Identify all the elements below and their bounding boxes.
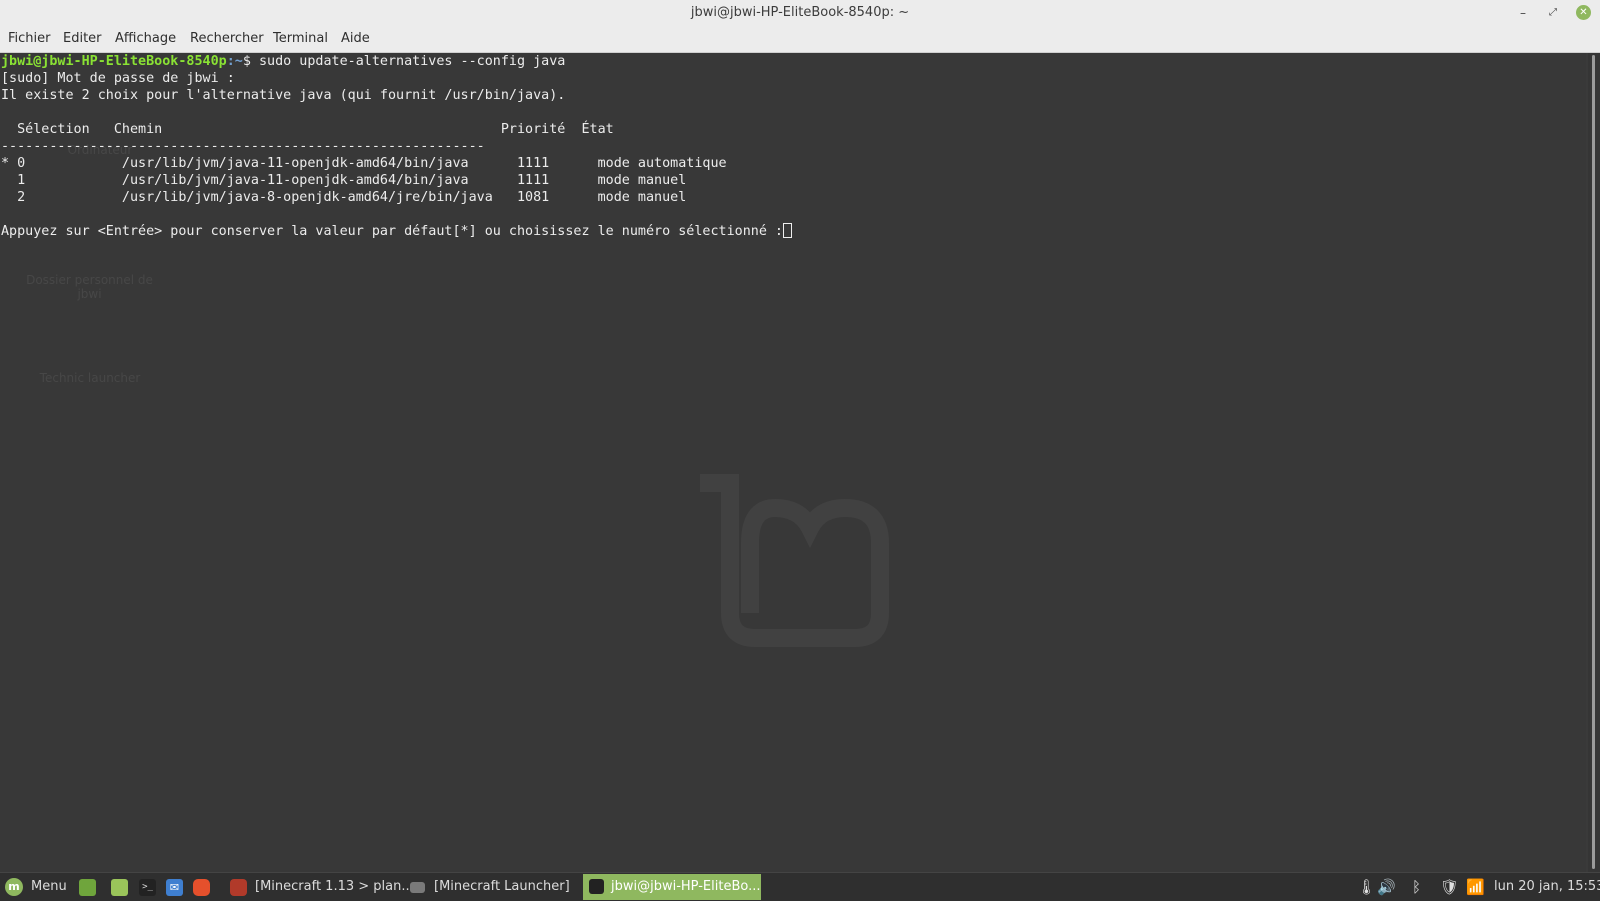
temperature-icon[interactable]: 🌡 <box>1357 873 1376 901</box>
prompt-path: :~ <box>226 54 243 69</box>
prompt-user: jbwi@jbwi-HP-EliteBook-8540p <box>1 54 227 69</box>
table-header: Sélection Chemin Priorité État <box>1 122 614 137</box>
file-manager-icon[interactable] <box>111 879 128 896</box>
terminal-cursor <box>783 223 792 238</box>
menu-terminal[interactable]: Terminal <box>273 31 328 46</box>
command-line: sudo update-alternatives --config java <box>250 54 566 69</box>
task-minecraft-launcher[interactable]: [Minecraft Launcher] <box>405 873 575 901</box>
desktop-icon-home-label: Dossier personnel de jbwi <box>26 273 153 301</box>
table-row: * 0 /usr/lib/jvm/java-11-openjdk-amd64/b… <box>1 156 727 171</box>
mint-logo-icon: m <box>5 878 23 896</box>
show-desktop-icon[interactable] <box>79 879 96 896</box>
info-line: Il existe 2 choix pour l'alternative jav… <box>1 88 566 103</box>
close-button[interactable]: ✕ <box>1576 5 1591 20</box>
terminal-task-icon <box>589 879 604 894</box>
menu-editer[interactable]: Editer <box>63 31 102 46</box>
table-row: 1 /usr/lib/jvm/java-11-openjdk-amd64/bin… <box>1 173 687 188</box>
clock[interactable]: lun 20 jan, 15:53 <box>1494 873 1600 901</box>
menu-aide[interactable]: Aide <box>341 31 370 46</box>
menu-rechercher[interactable]: Rechercher <box>190 31 264 46</box>
taskbar: m Menu >_ ✉ [Minecraft 1.13 > plan... [M… <box>0 872 1600 901</box>
menu-button-label: Menu <box>31 879 67 894</box>
minimize-button[interactable]: – <box>1515 5 1531 21</box>
task-terminal-active[interactable]: jbwi@jbwi-HP-EliteBo... <box>583 874 761 900</box>
maximize-button[interactable]: ⤢ <box>1545 5 1561 21</box>
window-title: jbwi@jbwi-HP-EliteBook-8540p: ~ <box>690 5 910 20</box>
wifi-icon[interactable]: 📶 <box>1466 873 1485 901</box>
brave-task-icon <box>230 879 247 896</box>
brave-browser-icon[interactable] <box>193 879 210 896</box>
scrollbar-thumb[interactable] <box>1592 55 1595 869</box>
bluetooth-icon[interactable]: ᛒ <box>1412 873 1421 901</box>
menu-button[interactable]: m Menu <box>0 873 70 901</box>
shield-icon[interactable]: 🛡 <box>1440 873 1459 901</box>
window-titlebar[interactable]: jbwi@jbwi-HP-EliteBook-8540p: ~ – ⤢ ✕ <box>0 0 1600 26</box>
task-minecraft-game[interactable]: [Minecraft 1.13 > plan... <box>227 873 414 901</box>
task-label: [Minecraft Launcher] <box>434 879 570 894</box>
linux-mint-watermark-icon <box>700 474 889 647</box>
terminal-text: jbwi@jbwi-HP-EliteBook-8540p:~$ sudo upd… <box>1 53 792 240</box>
desktop-icon-technic-label: Technic launcher <box>39 371 141 385</box>
sudo-line: [sudo] Mot de passe de jbwi : <box>1 71 235 86</box>
prompt-symbol: $ <box>242 54 251 69</box>
window-task-icon <box>410 882 425 893</box>
desktop-icon-technic: Technic launcher <box>30 371 150 385</box>
terminal-output[interactable]: Ordinateur Dossier personnel de jbwi Tec… <box>0 53 1586 872</box>
menubar: Fichier Editer Affichage Rechercher Term… <box>0 26 1600 53</box>
desktop-icon-home: Dossier personnel de jbwi <box>22 273 157 301</box>
table-separator: ----------------------------------------… <box>1 139 485 154</box>
task-label: [Minecraft 1.13 > plan... <box>255 879 414 894</box>
table-row: 2 /usr/lib/jvm/java-8-openjdk-amd64/jre/… <box>1 190 687 205</box>
terminal-launcher-icon[interactable]: >_ <box>139 879 156 896</box>
task-label: jbwi@jbwi-HP-EliteBo... <box>611 879 761 894</box>
menu-fichier[interactable]: Fichier <box>8 31 51 46</box>
mail-icon[interactable]: ✉ <box>166 879 183 896</box>
terminal-scrollbar[interactable] <box>1588 53 1600 872</box>
question-line: Appuyez sur <Entrée> pour conserver la v… <box>1 224 783 239</box>
volume-icon[interactable]: 🔊 <box>1377 873 1396 901</box>
menu-affichage[interactable]: Affichage <box>115 31 176 46</box>
